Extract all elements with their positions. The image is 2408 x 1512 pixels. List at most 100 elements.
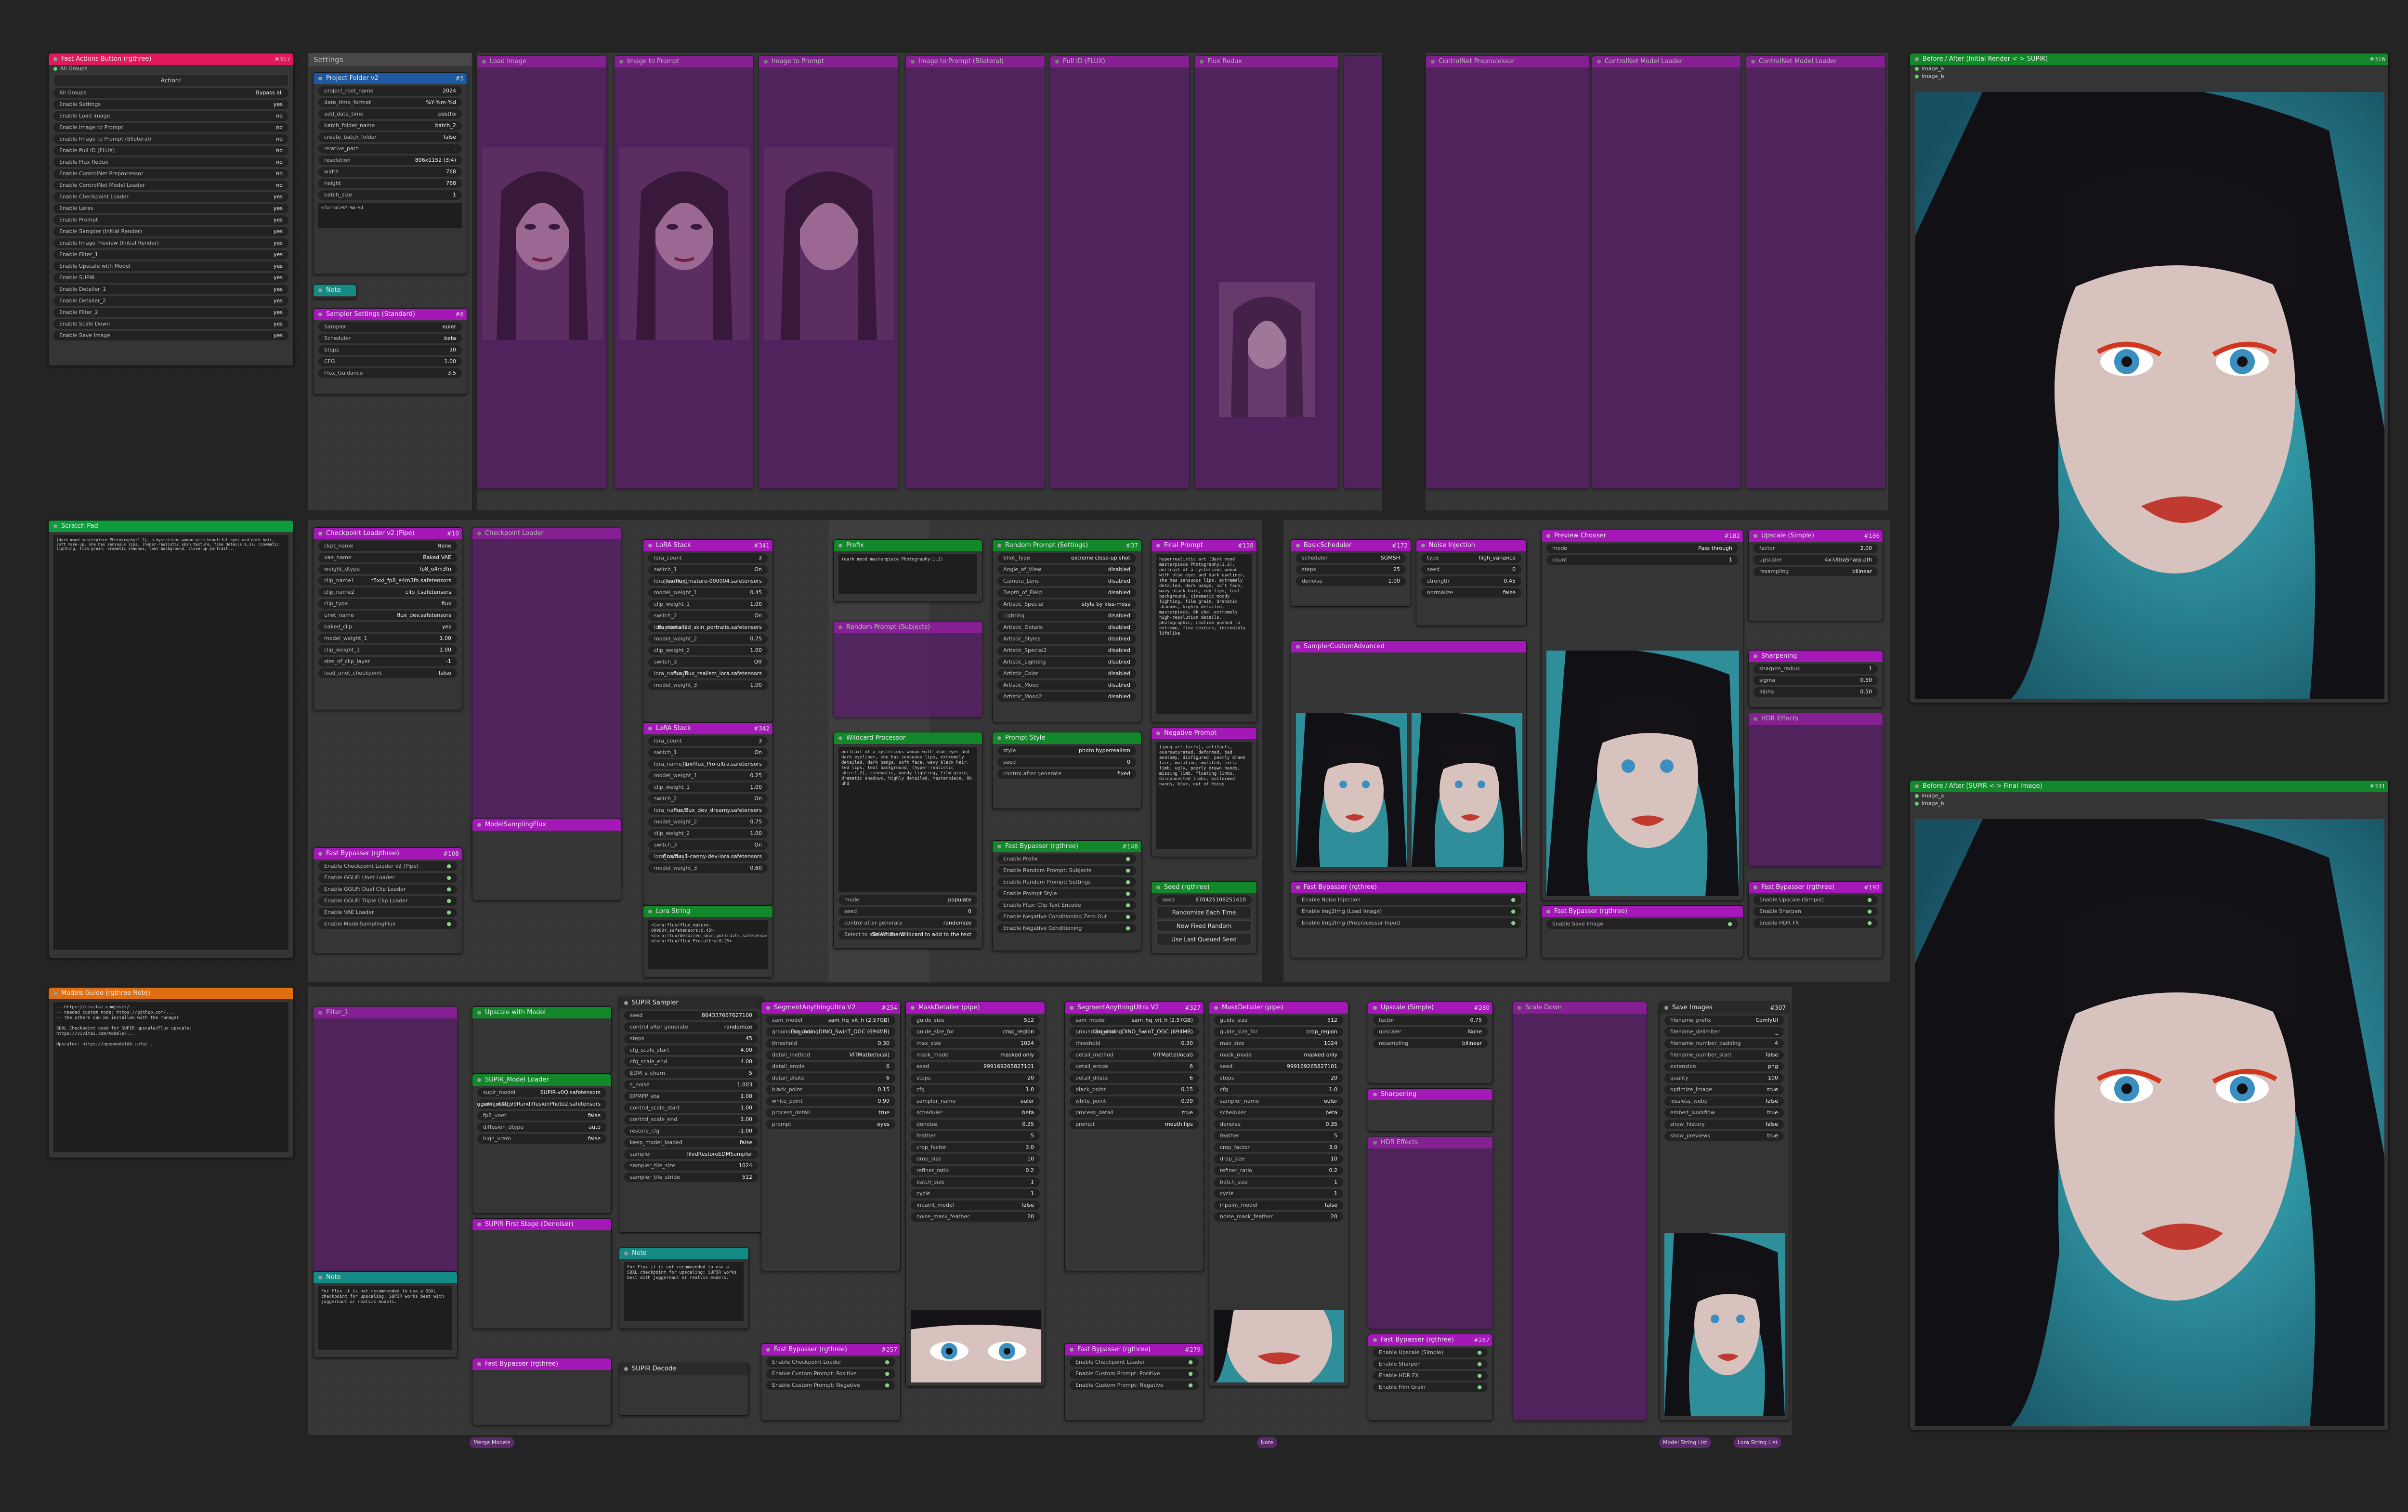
widget[interactable]: switch_3 On [648, 840, 768, 850]
widget[interactable]: sampler_name euler [911, 1096, 1040, 1106]
model-string-chip[interactable]: Model String List [1659, 1437, 1712, 1448]
widget[interactable]: seed 864337667627100 [624, 1011, 758, 1020]
widget[interactable]: max_size 1024 [1214, 1039, 1343, 1048]
widget[interactable]: lora_count 3 [648, 553, 768, 563]
node-title[interactable]: SUPIR Decode [619, 1363, 748, 1375]
widget[interactable]: scheduler SGMSH [1296, 553, 1406, 563]
node-title[interactable]: LoRA Stack #341 [643, 540, 772, 551]
node-title[interactable]: Scratch Pad [49, 521, 293, 532]
group-toggle[interactable]: Enable ControlNet Model Loader no [53, 181, 288, 190]
widget[interactable]: drop_size 10 [1214, 1154, 1343, 1164]
bypass-toggle[interactable]: Enable Sharpen ● [1754, 907, 1878, 916]
scale-down-node[interactable]: Scale Down [1512, 1002, 1647, 1421]
widget[interactable]: prompt mouth,lips [1070, 1120, 1199, 1129]
fast-bypasser-preview[interactable]: Fast Bypasser (rgthree) Enable Save Imag… [1541, 905, 1743, 958]
widget[interactable]: denoise 0.35 [911, 1120, 1040, 1129]
filter2-upscale-node[interactable]: Upscale (Simple) #280 factor 0.75 upscaler N… [1368, 1002, 1493, 1083]
fast-bypasser-filter2[interactable]: Fast Bypasser (rgthree) #287 Enable Upsca… [1368, 1334, 1493, 1421]
note-chip[interactable]: Note [1257, 1437, 1278, 1448]
bypass-toggle[interactable]: Enable Img2Img (Load Image) ● [1296, 907, 1521, 916]
widget[interactable]: control_scale_start 1.00 [624, 1103, 758, 1113]
node-title[interactable]: SegmentAnythingUltra V2 #254 [761, 1002, 900, 1014]
compare-image-1[interactable] [1915, 92, 2384, 699]
widget[interactable]: lora_name_2 flux/flux_dev_dreamy.safetens… [648, 806, 768, 815]
widget[interactable]: cfg_scale_start 4.00 [624, 1045, 758, 1055]
widget[interactable]: grounding_dino GroundingDINO_SwinT_OGC (6… [766, 1027, 895, 1037]
supir-decode-node[interactable]: SUPIR Decode [619, 1363, 749, 1416]
bypass-toggle[interactable]: Enable GGUF: Dual Clip Loader ● [318, 885, 457, 894]
widget[interactable]: project_root_name 2024 [318, 86, 462, 96]
node-title[interactable]: SUPIR Sampler [619, 997, 763, 1009]
group-toggle[interactable]: Enable Loras yes [53, 204, 288, 213]
widget[interactable]: resolution 896x1152 (3:4) [318, 156, 462, 165]
widget[interactable]: batch_size 1 [911, 1177, 1040, 1187]
seed-value[interactable]: seed 870425108251410 [1156, 895, 1252, 905]
controlnet-model-loader-node[interactable]: ControlNet Model Loader [1746, 55, 1885, 489]
node-title[interactable]: ControlNet Preprocessor [1426, 56, 1589, 67]
group-toggle[interactable]: Enable SUPIR yes [53, 273, 288, 283]
widget[interactable]: switch_1 On [648, 748, 768, 757]
widget[interactable]: switch_2 On [648, 611, 768, 621]
widget[interactable]: lora_name_1 flux/flux_Pro-ultra.safetenso… [648, 759, 768, 769]
node-title[interactable]: Note [314, 1272, 457, 1283]
widget[interactable]: steps 25 [1296, 565, 1406, 574]
fast-bypasser-prompt[interactable]: Fast Bypasser (rgthree) #148 Enable Prefi… [992, 840, 1141, 951]
node-title[interactable]: Sharpening [1368, 1089, 1492, 1100]
image-a-socket[interactable]: image_a [1910, 792, 2388, 800]
basic-scheduler-node[interactable]: BasicScheduler #172 scheduler SGMSH steps 25… [1291, 539, 1411, 607]
lora-string-chip[interactable]: Lora String List [1734, 1437, 1781, 1448]
widget[interactable]: filename_prefix ComfyUI [1664, 1016, 1784, 1025]
noise-injection-node[interactable]: Noise Injection type high_variance seed 0 st… [1416, 539, 1527, 626]
widget[interactable]: process_detail true [766, 1108, 895, 1118]
node-title[interactable]: Final Prompt #138 [1152, 540, 1256, 551]
image-b-socket[interactable]: image_b [1910, 73, 2388, 80]
group-toggle[interactable]: Enable Flux Redux no [53, 157, 288, 167]
scratch-pad-node[interactable]: Scratch Pad (dark mood masterpiece Photo… [48, 520, 294, 958]
prefix-node[interactable]: Prefix (dark mood masterpiece Photograph… [833, 539, 982, 602]
widget[interactable]: Camera_Lens disabled [997, 576, 1136, 586]
compare-image-2[interactable] [1915, 819, 2384, 1426]
widget[interactable]: mask_mode masked only [1214, 1050, 1343, 1060]
widget[interactable]: lossless_webp false [1664, 1096, 1784, 1106]
widget[interactable]: factor 2.00 [1754, 544, 1878, 553]
format-note[interactable]: <format>%Y-%m-%d [318, 203, 462, 228]
compare-node-2[interactable]: Before / After (SUPIR <-> Final Image) #3… [1910, 780, 2389, 1430]
widget[interactable]: normalize false [1421, 588, 1521, 598]
bypass-toggle[interactable]: Enable Random Prompt: Subjects ● [997, 866, 1136, 875]
node-title[interactable]: Image to Prompt [615, 56, 753, 67]
node-title[interactable]: SUPIR_Model Loader [472, 1074, 611, 1086]
bypass-toggle[interactable]: Enable Negative Conditioning Zero Out ● [997, 912, 1136, 922]
detailer2-mask-node[interactable]: MaskDetailer (pipe) guide_size 512 guide_s… [1209, 1002, 1348, 1387]
widget[interactable]: Artistic_Special2 disabled [997, 646, 1136, 655]
widget[interactable]: control_scale_end 1.00 [624, 1115, 758, 1124]
widget[interactable]: black_point 0.15 [766, 1085, 895, 1095]
widget[interactable]: add_date_time postfix [318, 109, 462, 119]
widget[interactable]: drop_size 10 [911, 1154, 1040, 1164]
widget[interactable]: seed 0 [838, 907, 977, 916]
group-toggle[interactable]: Enable Filter_1 yes [53, 250, 288, 260]
widget[interactable]: clip_name2 clip_l.safetensors [318, 587, 457, 597]
widget[interactable]: Lighting disabled [997, 611, 1136, 621]
group-toggle[interactable]: Enable Image to Prompt (Bilateral) no [53, 134, 288, 144]
node-title[interactable]: LoRA Stack #342 [643, 723, 772, 734]
node-title[interactable]: SamplerCustomAdvanced [1291, 641, 1526, 652]
widget[interactable]: threshold 0.30 [1070, 1039, 1199, 1048]
widget[interactable]: steps 20 [911, 1073, 1040, 1083]
widget[interactable]: Shot_Type extreme close-up shot [997, 553, 1136, 563]
widget[interactable]: fp8_unet false [477, 1111, 606, 1121]
widget[interactable]: Artistic_Mood2 disabled [997, 692, 1136, 702]
widget[interactable]: diffusion_dtype auto [477, 1122, 606, 1132]
fast-bypasser-upscale[interactable]: Fast Bypasser (rgthree) #192 Enable Upsca… [1748, 881, 1883, 958]
node-title[interactable]: ControlNet Model Loader [1746, 56, 1885, 67]
widget[interactable]: lora_name_3 flux/flux_realism_lora.safete… [648, 669, 768, 678]
widget[interactable]: crop_factor 3.0 [911, 1143, 1040, 1152]
scratch-pad-text[interactable]: (dark mood masterpiece Photography:1.2),… [53, 535, 288, 950]
widget[interactable]: create_batch_folder false [318, 132, 462, 142]
bypass-toggle[interactable]: Enable Prompt Style ● [997, 889, 1136, 899]
node-title[interactable]: Filter_1 [314, 1007, 457, 1018]
widget[interactable]: control after generate randomize [624, 1022, 758, 1032]
widget[interactable]: cfg 1.0 [911, 1085, 1040, 1095]
node-title[interactable]: Note [314, 285, 356, 296]
widget[interactable]: guide_size_for crop_region [1214, 1027, 1343, 1037]
fast-actions-node[interactable]: Fast Actions Button (rgthree) #317 All Gr… [48, 53, 294, 366]
